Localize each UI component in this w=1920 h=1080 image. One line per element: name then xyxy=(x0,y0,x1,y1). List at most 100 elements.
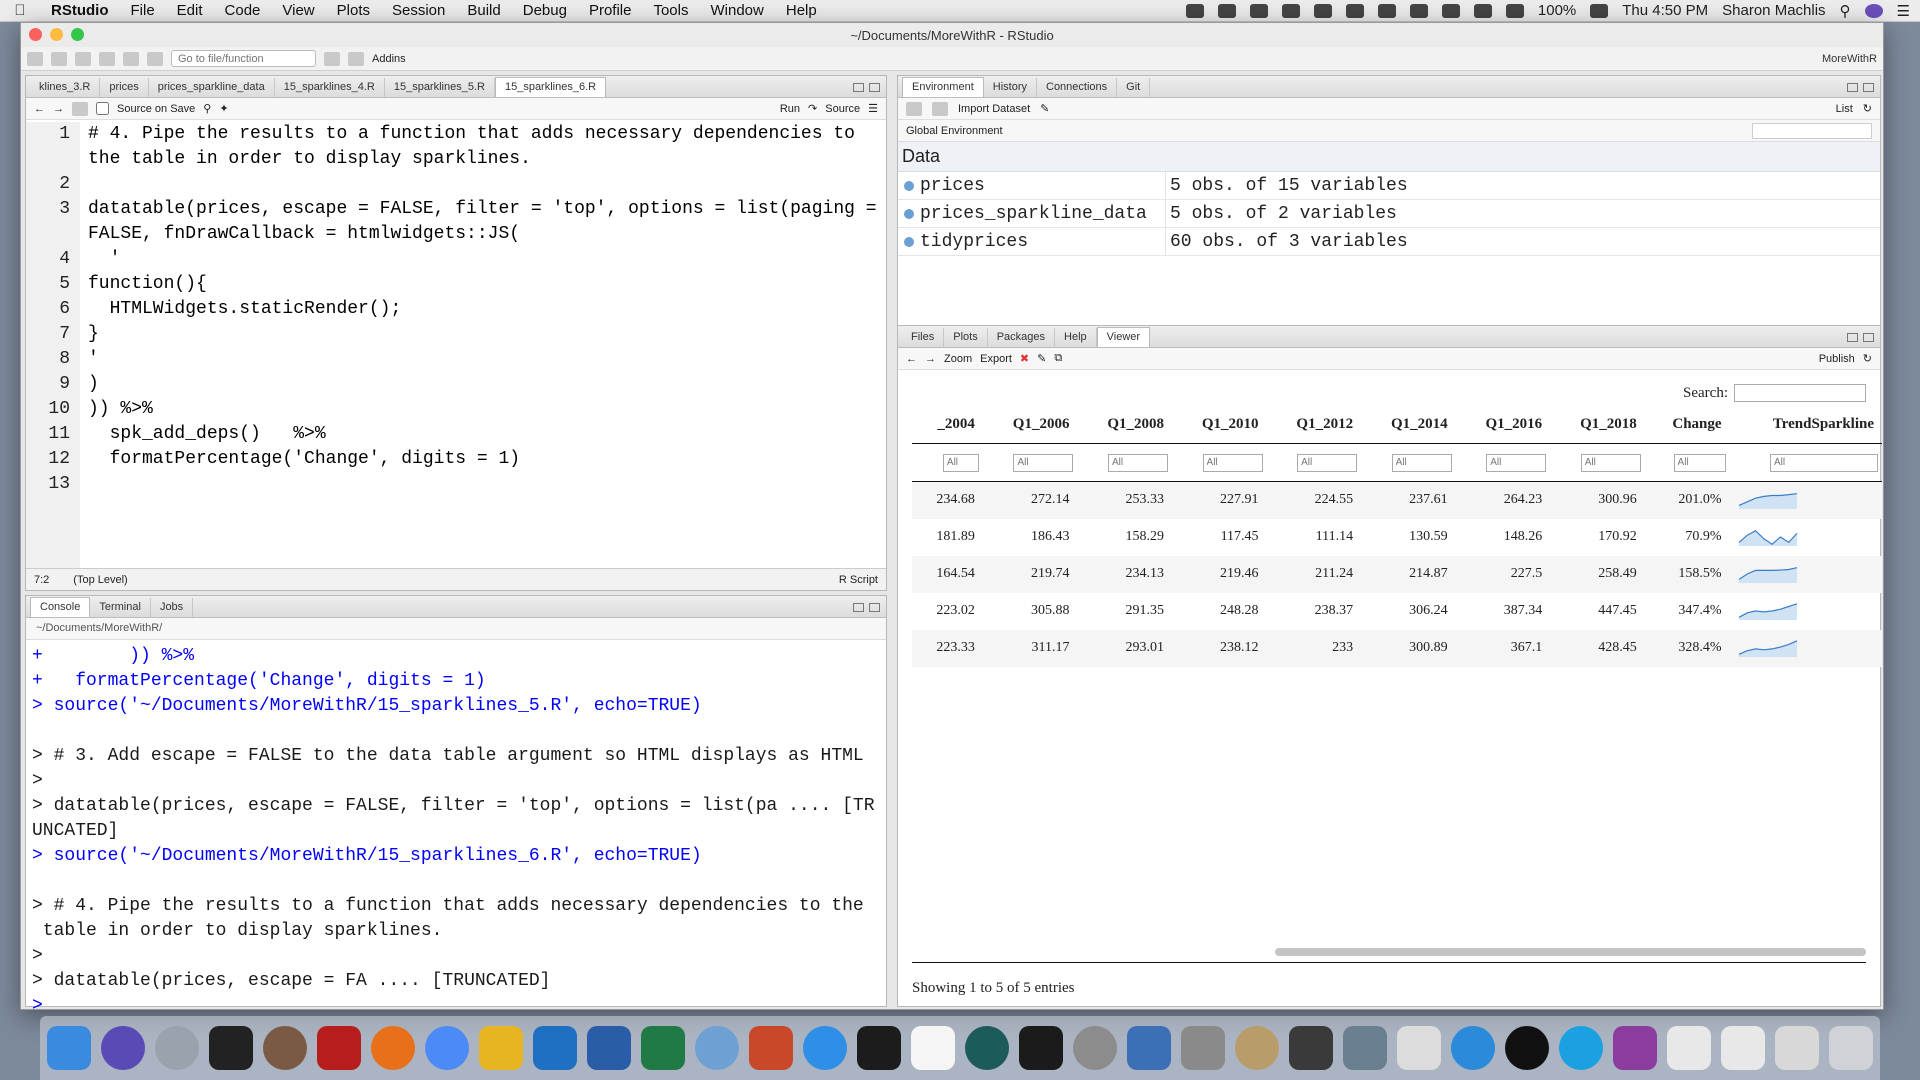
code-line[interactable]: ' xyxy=(88,247,882,272)
bluetooth-icon[interactable] xyxy=(1441,3,1460,18)
menu-window[interactable]: Window xyxy=(700,2,775,19)
column-header[interactable]: Q1_2018 xyxy=(1550,406,1645,444)
broom-icon[interactable]: ✎ xyxy=(1040,102,1049,115)
clear-viewer-icon[interactable]: ✖ xyxy=(1020,352,1029,365)
skype-icon[interactable] xyxy=(1559,1026,1603,1070)
siri-icon[interactable] xyxy=(101,1026,145,1070)
menu-code[interactable]: Code xyxy=(214,2,272,19)
tab-prices-sparkline-data[interactable]: prices_sparkline_data xyxy=(149,78,275,97)
spotlight-icon[interactable]: ⚲ xyxy=(1840,2,1851,20)
save-icon[interactable] xyxy=(72,101,88,116)
tab-sparklines-5[interactable]: 15_sparklines_5.R xyxy=(385,78,495,97)
column-filter-input[interactable] xyxy=(1580,453,1641,472)
documents-folder-icon[interactable] xyxy=(1667,1026,1711,1070)
menu-tools[interactable]: Tools xyxy=(642,2,699,19)
maximize-pane-button[interactable] xyxy=(869,83,880,92)
forward-arrow-icon[interactable]: → xyxy=(53,103,64,115)
menu-help[interactable]: Help xyxy=(775,2,828,19)
status-app-icon[interactable] xyxy=(1217,3,1236,18)
source-button[interactable]: Source xyxy=(825,103,860,115)
code-line[interactable]: datatable(prices, escape = FALSE, filter… xyxy=(88,197,882,222)
firefox-icon[interactable] xyxy=(371,1026,415,1070)
run-button[interactable]: Run xyxy=(780,103,800,115)
file-type-selector[interactable]: R Script xyxy=(839,574,878,586)
clock[interactable]: Thu 4:50 PM xyxy=(1622,2,1708,19)
back-arrow-icon[interactable]: ← xyxy=(906,353,917,365)
tab-environment[interactable]: Environment xyxy=(902,77,984,97)
refresh-icon[interactable]: ↻ xyxy=(1863,352,1872,365)
outlook-icon[interactable] xyxy=(533,1026,577,1070)
code-line[interactable]: ' xyxy=(88,347,882,372)
env-row[interactable]: tidyprices 60 obs. of 3 variables xyxy=(898,228,1880,256)
tab-terminal[interactable]: Terminal xyxy=(90,598,151,617)
save-icon[interactable] xyxy=(99,51,115,66)
app-icon[interactable] xyxy=(965,1026,1009,1070)
apple-icon[interactable]:  xyxy=(0,2,40,19)
sparkline[interactable] xyxy=(1738,527,1798,547)
goto-file-input[interactable] xyxy=(171,50,316,67)
vcs-icon[interactable] xyxy=(324,51,340,66)
zoom-button[interactable]: Zoom xyxy=(944,353,972,365)
column-filter-input[interactable] xyxy=(1770,453,1878,472)
app-icon[interactable] xyxy=(1397,1026,1441,1070)
tab-connections[interactable]: Connections xyxy=(1037,78,1118,97)
app-icon[interactable] xyxy=(209,1026,253,1070)
code-line[interactable]: spk_add_deps() %>% xyxy=(88,422,882,447)
wifi-icon[interactable] xyxy=(1473,3,1492,18)
column-header[interactable]: Q1_2012 xyxy=(1266,406,1362,444)
sparkline[interactable] xyxy=(1738,601,1798,621)
minimize-pane-button[interactable] xyxy=(853,603,864,612)
close-window-button[interactable] xyxy=(29,28,42,41)
cloud-icon[interactable] xyxy=(1313,3,1332,18)
project-menu[interactable]: MoreWithR xyxy=(1822,53,1877,65)
column-header[interactable]: Q1_2006 xyxy=(982,406,1078,444)
rerun-icon[interactable]: ↷ xyxy=(808,102,817,115)
column-filter-input[interactable] xyxy=(1297,453,1358,472)
powerpoint-icon[interactable] xyxy=(749,1026,793,1070)
code-line[interactable]: } xyxy=(88,322,882,347)
code-lines[interactable]: # 4. Pipe the results to a function that… xyxy=(88,122,882,497)
save-workspace-icon[interactable] xyxy=(932,101,948,116)
code-line[interactable]: # 4. Pipe the results to a function that… xyxy=(88,122,882,147)
horizontal-scrollbar[interactable] xyxy=(912,948,1866,956)
app-icon[interactable] xyxy=(1775,1026,1819,1070)
app-icon[interactable] xyxy=(911,1026,955,1070)
column-filter-input[interactable] xyxy=(1391,453,1452,472)
minimize-window-button[interactable] xyxy=(50,28,63,41)
column-filter-input[interactable] xyxy=(1486,453,1547,472)
sparkline[interactable] xyxy=(1738,638,1798,658)
code-line[interactable]: ) xyxy=(88,372,882,397)
export-button[interactable]: Export xyxy=(980,353,1012,365)
excel-icon[interactable] xyxy=(641,1026,685,1070)
tab-console[interactable]: Console xyxy=(30,597,91,617)
view-mode-select[interactable]: List xyxy=(1836,103,1853,115)
menu-plots[interactable]: Plots xyxy=(326,2,381,19)
code-line[interactable]: HTMLWidgets.staticRender(); xyxy=(88,297,882,322)
console-app-icon[interactable] xyxy=(1289,1026,1333,1070)
column-header[interactable]: Q1_2016 xyxy=(1455,406,1551,444)
save-all-icon[interactable] xyxy=(123,51,139,66)
column-header[interactable]: _2004 xyxy=(912,406,983,444)
table-row[interactable]: 223.33 311.17 293.01 238.12 233 300.89 367.1 42… xyxy=(912,629,1882,667)
env-object-name[interactable]: tidyprices xyxy=(898,228,1166,255)
menu-edit[interactable]: Edit xyxy=(166,2,214,19)
print-icon[interactable] xyxy=(147,51,163,66)
tab-history[interactable]: History xyxy=(984,78,1037,97)
menu-view[interactable]: View xyxy=(271,2,325,19)
teams-icon[interactable] xyxy=(1451,1026,1495,1070)
table-row[interactable]: 181.89 186.43 158.29 117.45 111.14 130.59 148.… xyxy=(912,519,1882,556)
import-dataset-button[interactable]: Import Dataset xyxy=(958,103,1030,115)
tab-git[interactable]: Git xyxy=(1117,78,1151,97)
env-row[interactable]: prices_sparkline_data 5 obs. of 2 variab… xyxy=(898,200,1880,228)
tab-klines-3[interactable]: klines_3.R xyxy=(30,78,101,97)
maximize-pane-button[interactable] xyxy=(1863,83,1874,92)
addins-menu[interactable]: Addins xyxy=(372,53,406,65)
word-icon[interactable] xyxy=(587,1026,631,1070)
app-icon[interactable] xyxy=(479,1026,523,1070)
code-line[interactable]: )) %>% xyxy=(88,397,882,422)
activity-monitor-icon[interactable] xyxy=(1019,1026,1063,1070)
airplay-icon[interactable] xyxy=(1409,3,1428,18)
table-row[interactable]: 223.02 305.88 291.35 248.28 238.37 306.24 387.… xyxy=(912,593,1882,630)
minimize-pane-button[interactable] xyxy=(1847,333,1858,342)
tab-jobs[interactable]: Jobs xyxy=(151,598,194,617)
